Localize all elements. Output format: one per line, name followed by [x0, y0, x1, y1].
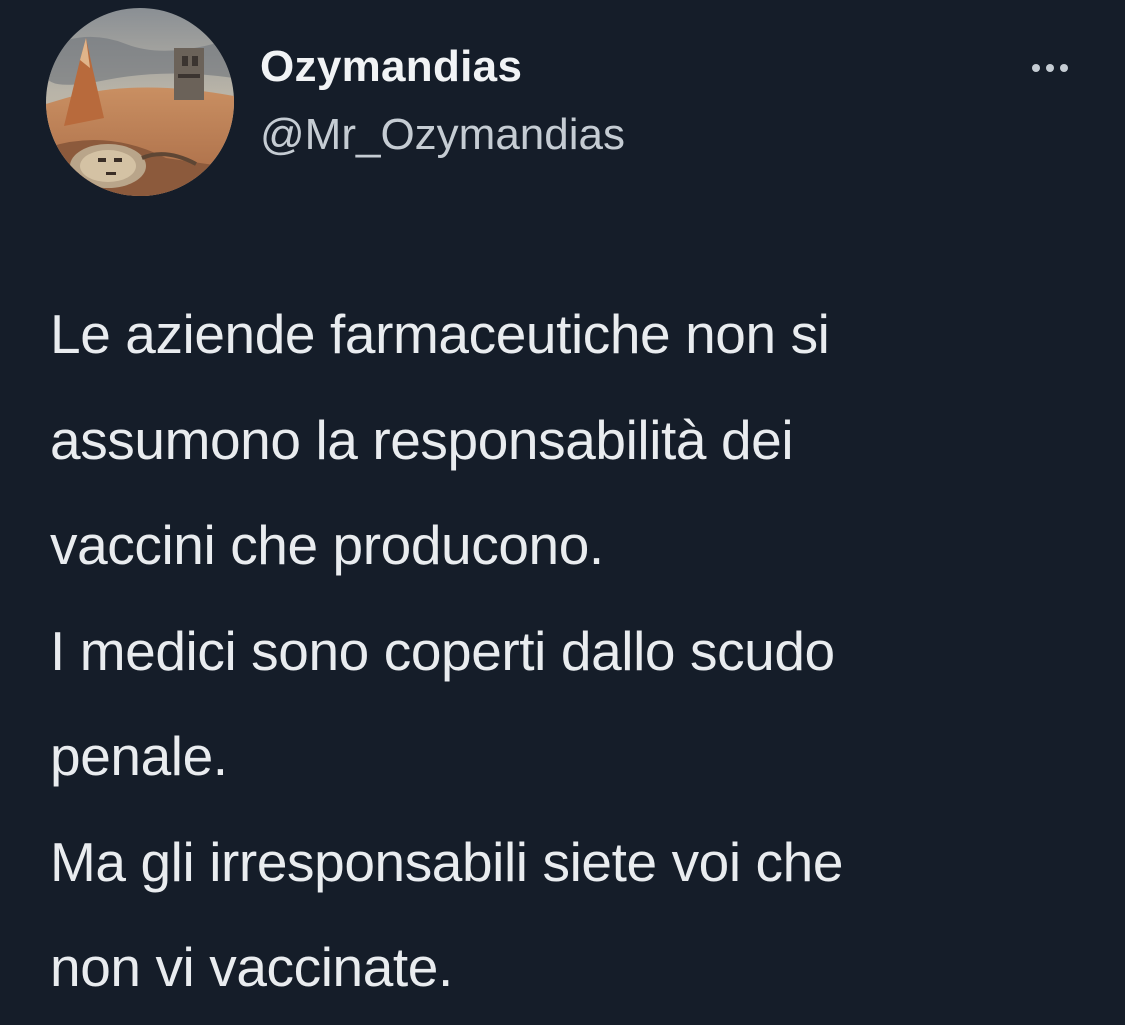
- tweet-text-line: non vi vaccinate.: [50, 936, 453, 998]
- tweet-text-line: Ma gli irresponsabili siete voi che: [50, 830, 844, 893]
- tweet-text-line: assumono la responsabilità dei: [50, 408, 794, 471]
- tweet-text: Le aziende farmaceutiche non si assumono…: [50, 282, 1110, 1021]
- tweet-text-line: I medici sono coperti dallo scudo: [50, 619, 835, 682]
- author-handle[interactable]: @Mr_Ozymandias: [260, 110, 625, 160]
- tweet-text-line: vaccini che producono.: [50, 514, 604, 576]
- avatar-painting-icon: [46, 8, 234, 196]
- tweet-text-line: Le aziende farmaceutiche non si: [50, 303, 830, 365]
- more-options-button[interactable]: [1022, 48, 1078, 88]
- author-avatar[interactable]: [46, 8, 234, 196]
- tweet-text-line: penale.: [50, 725, 228, 787]
- tweet-card: Ozymandias @Mr_Ozymandias Le aziende far…: [0, 0, 1125, 1025]
- author-display-name[interactable]: Ozymandias: [260, 42, 522, 92]
- more-horizontal-icon: [1032, 64, 1068, 72]
